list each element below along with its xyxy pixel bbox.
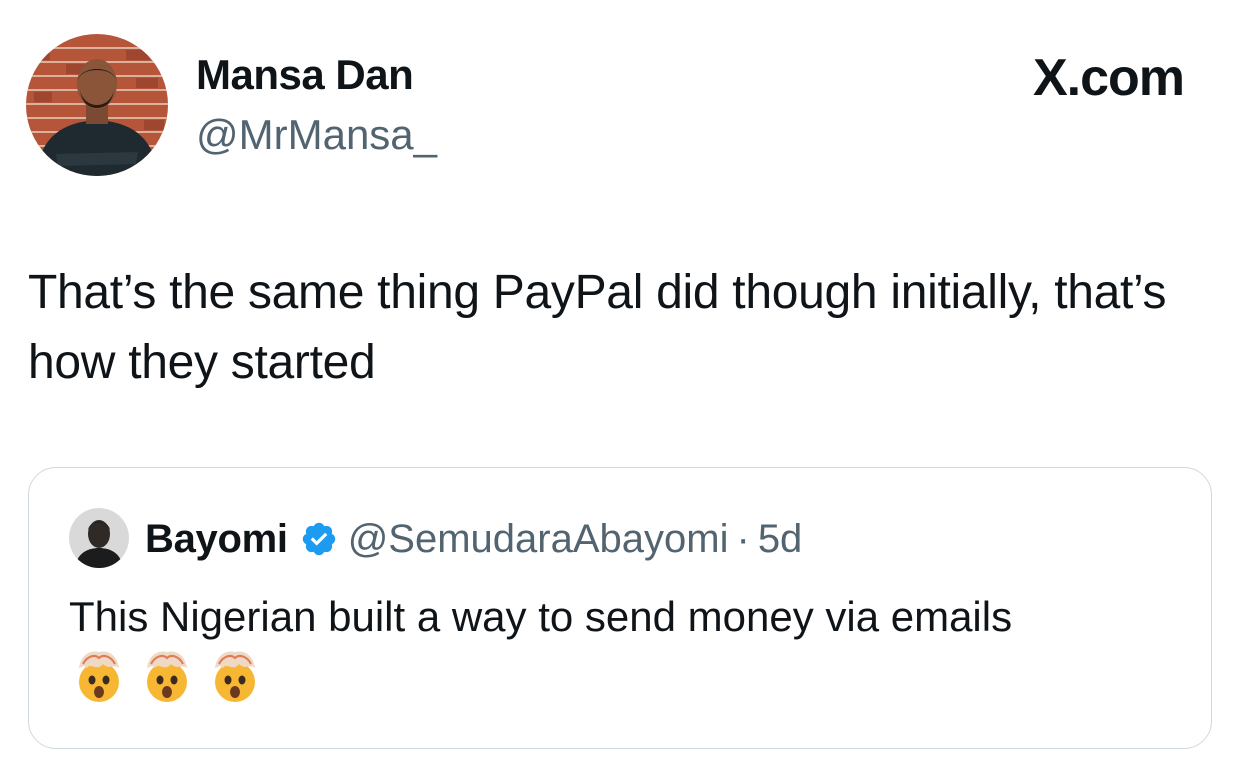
author-avatar[interactable] (26, 34, 168, 176)
author-display-name[interactable]: Mansa Dan (196, 51, 414, 98)
quoted-author-name[interactable]: Bayomi (145, 516, 288, 562)
quoted-tweet-card[interactable]: Bayomi @SemudaraAbayomi · 5d This Nigeri… (28, 467, 1212, 749)
exploding-head-emoji-icon (147, 651, 187, 702)
quoted-tweet-header: Bayomi @SemudaraAbayomi · 5d (145, 516, 802, 562)
exploding-head-emoji-icon (215, 651, 255, 702)
quoted-author-avatar[interactable] (69, 508, 129, 568)
author-handle[interactable]: @MrMansa_ (196, 111, 437, 158)
tweet-text: That’s the same thing PayPal did though … (28, 266, 1167, 389)
exploding-head-emoji-icon (79, 651, 119, 702)
profile-photo-icon (69, 508, 129, 568)
x-com-brand: X.com (1032, 49, 1185, 107)
quoted-author-handle[interactable]: @SemudaraAbayomi (348, 516, 729, 562)
verified-badge-icon (300, 520, 338, 558)
quoted-tweet-text: This Nigerian built a way to send money … (69, 593, 1013, 640)
separator-dot: · (736, 517, 750, 561)
quoted-tweet-emojis (69, 646, 265, 706)
profile-photo-icon (26, 34, 168, 176)
quoted-tweet-time[interactable]: 5d (758, 516, 803, 562)
